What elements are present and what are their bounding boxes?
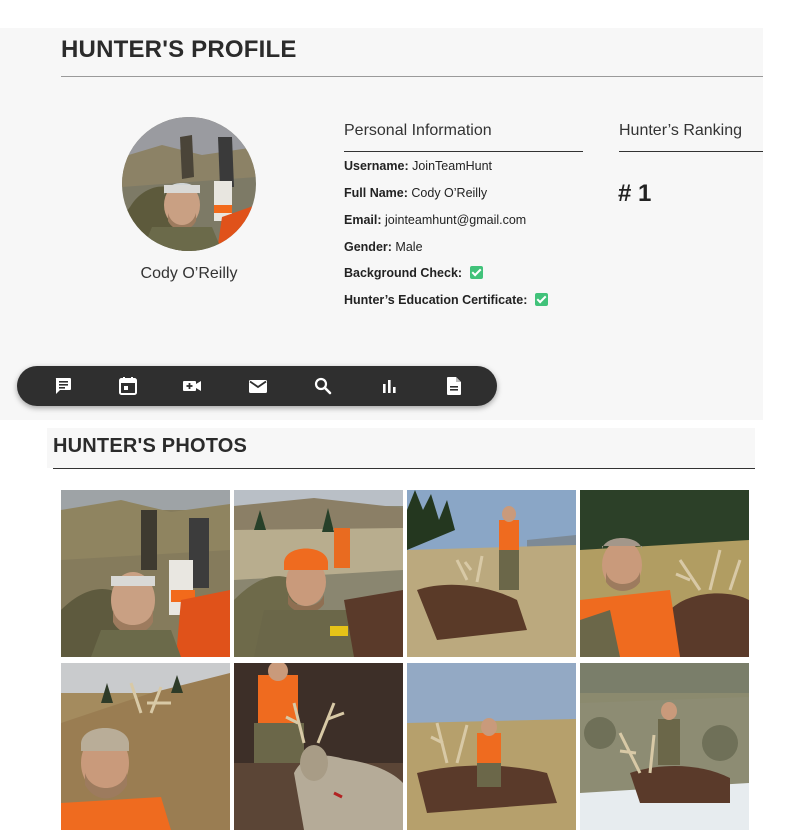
message-button[interactable]	[51, 374, 75, 398]
hunter-photo-8	[580, 663, 749, 830]
hunter-photo-2	[234, 490, 403, 657]
calendar-icon	[119, 377, 137, 395]
mail-button[interactable]	[246, 374, 270, 398]
info-value: Cody O’Reilly	[411, 186, 488, 200]
info-row-gender: Gender: Male	[344, 240, 423, 254]
info-row-background-check: Background Check:	[344, 266, 483, 280]
message-icon	[55, 378, 71, 394]
mail-icon	[249, 380, 267, 393]
photo-thumbnail-2[interactable]	[234, 490, 403, 657]
video-call-icon	[183, 381, 201, 391]
calendar-button[interactable]	[116, 374, 140, 398]
avatar-photo	[122, 117, 256, 251]
check-icon	[469, 266, 483, 279]
info-label: Username:	[344, 159, 409, 173]
document-icon	[447, 377, 461, 395]
photo-thumbnail-5[interactable]	[61, 663, 230, 830]
personal-info-heading: Personal Information	[344, 122, 492, 139]
ranking-heading: Hunter’s Ranking	[619, 122, 743, 139]
hunter-photo-4	[580, 490, 749, 657]
stats-button[interactable]	[377, 374, 401, 398]
ranking-value: # 1	[618, 180, 652, 207]
photo-thumbnail-8[interactable]	[580, 663, 749, 830]
info-label: Gender:	[344, 240, 392, 254]
photo-thumbnail-1[interactable]	[61, 490, 230, 657]
info-label: Hunter’s Education Certificate:	[344, 293, 528, 307]
hunter-photo-3	[407, 490, 576, 657]
profile-title: HUNTER'S PROFILE	[61, 36, 297, 63]
video-call-button[interactable]	[180, 374, 204, 398]
bar-chart-icon	[383, 380, 396, 393]
hunter-photo-1	[61, 490, 230, 657]
photo-thumbnail-4[interactable]	[580, 490, 749, 657]
info-row-email: Email: jointeamhunt@gmail.com	[344, 213, 526, 227]
info-label: Background Check:	[344, 266, 463, 280]
info-value: jointeamhunt@gmail.com	[385, 213, 527, 227]
check-icon	[534, 293, 548, 306]
hunter-photo-6	[234, 663, 403, 830]
info-value: JoinTeamHunt	[412, 159, 493, 173]
photo-thumbnail-3[interactable]	[407, 490, 576, 657]
hunter-photo-5	[61, 663, 230, 830]
info-row-education-certificate: Hunter’s Education Certificate:	[344, 293, 548, 307]
profile-title-divider	[61, 76, 763, 77]
avatar-name: Cody O’Reilly	[140, 265, 238, 282]
search-button[interactable]	[311, 374, 335, 398]
info-row-full-name: Full Name: Cody O’Reilly	[344, 186, 487, 200]
photos-title: HUNTER'S PHOTOS	[53, 435, 248, 457]
info-label: Email:	[344, 213, 382, 227]
info-value: Male	[395, 240, 423, 254]
personal-info-divider	[344, 151, 583, 152]
avatar[interactable]	[122, 117, 256, 251]
search-icon	[314, 377, 332, 395]
photo-thumbnail-7[interactable]	[407, 663, 576, 830]
ranking-divider	[619, 151, 763, 152]
hunter-photo-7	[407, 663, 576, 830]
document-button[interactable]	[442, 374, 466, 398]
photos-title-divider	[53, 468, 755, 469]
info-label: Full Name:	[344, 186, 408, 200]
action-toolbar	[17, 366, 497, 406]
photo-thumbnail-6[interactable]	[234, 663, 403, 830]
info-row-username: Username: JoinTeamHunt	[344, 159, 492, 173]
